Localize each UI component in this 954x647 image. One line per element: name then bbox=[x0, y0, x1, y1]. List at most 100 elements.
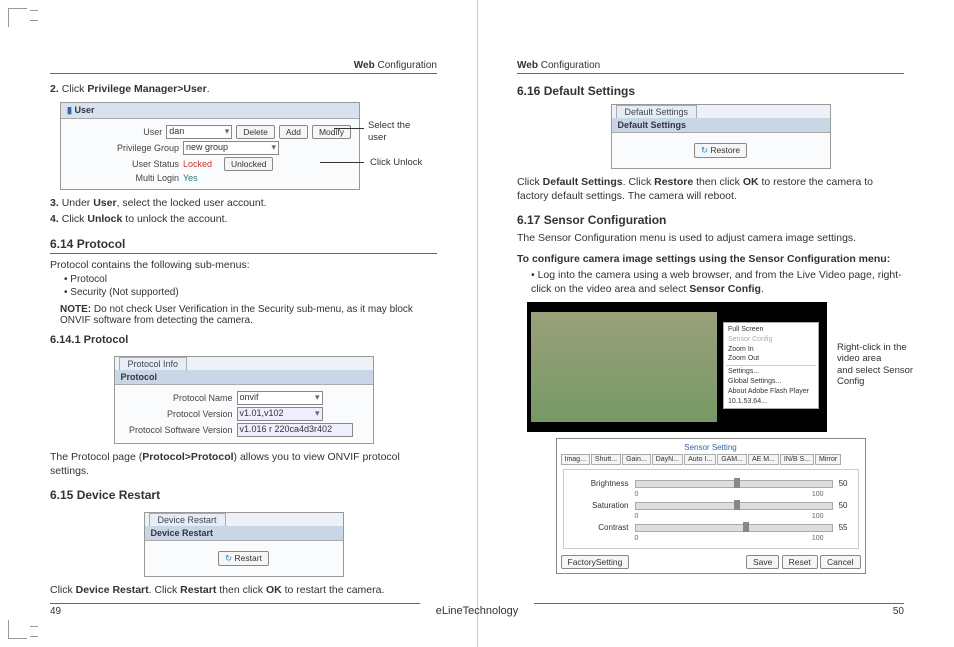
tab[interactable]: Mirror bbox=[815, 454, 841, 465]
header-label: Configuration bbox=[541, 60, 600, 71]
heading-6-14: 6.14 Protocol bbox=[50, 237, 437, 254]
protocol-intro: Protocol contains the following sub-menu… bbox=[50, 258, 437, 272]
step-3: 3. Under User, select the locked user ac… bbox=[50, 196, 437, 210]
save-button[interactable]: Save bbox=[746, 555, 779, 569]
delete-button[interactable]: Delete bbox=[236, 125, 275, 139]
header-web: Web bbox=[354, 60, 375, 71]
tab[interactable]: Gain... bbox=[622, 454, 651, 465]
user-status-label: User Status bbox=[69, 159, 179, 169]
sensor-bullet: Log into the camera using a web browser,… bbox=[531, 268, 904, 296]
multi-login-value: Yes bbox=[183, 173, 198, 183]
context-menu[interactable]: Full Screen Sensor Config Zoom In Zoom O… bbox=[723, 322, 819, 409]
saturation-value: 50 bbox=[839, 501, 848, 510]
user-panel-title: ▮ User bbox=[61, 103, 359, 119]
page-left: Web Configuration 2. Click Privilege Man… bbox=[0, 0, 477, 647]
tab[interactable]: Auto I... bbox=[684, 454, 716, 465]
sensor-dialog-title: Sensor Setting bbox=[561, 443, 861, 452]
privilege-group-select[interactable]: new group bbox=[183, 141, 279, 155]
restore-button[interactable]: ↻ Restore bbox=[694, 143, 747, 158]
protocol-sw-version-label: Protocol Software Version bbox=[123, 425, 233, 435]
brightness-row: Brightness 50 bbox=[574, 479, 848, 488]
callout-select-user: Select the user bbox=[368, 120, 410, 143]
callout-line bbox=[334, 128, 364, 129]
step-2: 2. Click Privilege Manager>User. bbox=[50, 82, 437, 96]
restart-button[interactable]: ↻ Restart bbox=[218, 551, 269, 566]
page-number-left: 49 bbox=[50, 603, 420, 617]
tab[interactable]: Shutt... bbox=[591, 454, 621, 465]
page-header-left: Web Configuration bbox=[50, 60, 437, 74]
brightness-slider[interactable] bbox=[635, 480, 833, 488]
bullet-security: Security (Not supported) bbox=[64, 287, 437, 298]
ctx-item[interactable]: Full Screen bbox=[726, 325, 816, 335]
saturation-row: Saturation 50 bbox=[574, 501, 848, 510]
protocol-text: The Protocol page (Protocol>Protocol) al… bbox=[50, 450, 437, 478]
default-settings-panel: Default Settings Default Settings ↻ Rest… bbox=[611, 104, 831, 169]
contrast-slider[interactable] bbox=[635, 524, 833, 532]
callout-line bbox=[320, 162, 364, 163]
default-settings-tab[interactable]: Default Settings bbox=[616, 105, 698, 118]
ctx-item[interactable]: About Adobe Flash Player 10.1.53.64... bbox=[726, 387, 816, 407]
ctx-item[interactable]: Settings... bbox=[726, 367, 816, 377]
page-number-right: 50 bbox=[534, 603, 904, 617]
header-web: Web bbox=[517, 60, 538, 71]
heading-6-14-1: 6.14.1 Protocol bbox=[50, 334, 437, 346]
user-panel: ▮ User User dan Delete Add Modify Privil… bbox=[60, 102, 360, 190]
cancel-button[interactable]: Cancel bbox=[820, 555, 860, 569]
page-spread: Web Configuration 2. Click Privilege Man… bbox=[0, 0, 954, 647]
brightness-value: 50 bbox=[839, 479, 848, 488]
user-select[interactable]: dan bbox=[166, 125, 232, 139]
note-box: NOTE: Do not check User Verification in … bbox=[60, 304, 437, 326]
tab[interactable]: DayN... bbox=[652, 454, 683, 465]
ctx-item-sensor-config[interactable]: Sensor Config bbox=[726, 335, 816, 345]
ctx-item[interactable]: Zoom Out bbox=[726, 354, 816, 364]
brand-footer: eLineTechnology bbox=[436, 605, 519, 617]
device-restart-text: Click Device Restart. Click Restart then… bbox=[50, 583, 437, 597]
sensor-setting-dialog: Sensor Setting Imag... Shutt... Gain... … bbox=[556, 438, 866, 574]
step-4: 4. Click Unlock to unlock the account. bbox=[50, 212, 437, 226]
sensor-dialog-tabs: Imag... Shutt... Gain... DayN... Auto I.… bbox=[561, 454, 861, 465]
default-settings-text: Click Default Settings. Click Restore th… bbox=[517, 175, 904, 203]
protocol-panel: Protocol Info Protocol Protocol Nameonvi… bbox=[114, 356, 374, 444]
protocol-tab[interactable]: Protocol Info bbox=[119, 357, 188, 370]
protocol-version-label: Protocol Version bbox=[123, 409, 233, 419]
device-restart-tab[interactable]: Device Restart bbox=[149, 513, 226, 526]
ctx-item[interactable]: Global Settings... bbox=[726, 377, 816, 387]
callout-right-click: Right-click in the video area and select… bbox=[837, 342, 927, 388]
bullet-protocol: Protocol bbox=[64, 274, 437, 285]
page-right: Web Configuration 6.16 Default Settings … bbox=[477, 0, 954, 647]
saturation-label: Saturation bbox=[574, 501, 629, 510]
heading-6-15: 6.15 Device Restart bbox=[50, 488, 437, 502]
tab[interactable]: GAM... bbox=[717, 454, 747, 465]
device-restart-panel: Device Restart Device Restart ↻ Restart bbox=[144, 512, 344, 577]
protocol-sw-version-value: v1.016 r 220ca4d3r402 bbox=[237, 423, 353, 437]
brightness-label: Brightness bbox=[574, 479, 629, 488]
user-label: User bbox=[69, 127, 162, 137]
protocol-version-value[interactable]: v1.01,v102 bbox=[237, 407, 323, 421]
unlocked-button[interactable]: Unlocked bbox=[224, 157, 273, 171]
sensor-lead: To configure camera image settings using… bbox=[517, 252, 904, 266]
sensor-intro: The Sensor Configuration menu is used to… bbox=[517, 231, 904, 245]
ctx-item[interactable]: Zoom In bbox=[726, 345, 816, 355]
default-settings-head: Default Settings bbox=[612, 118, 830, 133]
user-status-value: Locked bbox=[183, 159, 212, 169]
reset-button[interactable]: Reset bbox=[782, 555, 818, 569]
callout-click-unlock: Click Unlock bbox=[370, 157, 422, 168]
protocol-name-value[interactable]: onvif bbox=[237, 391, 323, 405]
multi-login-label: Multi Login bbox=[69, 173, 179, 183]
contrast-row: Contrast 55 bbox=[574, 523, 848, 532]
header-label: Configuration bbox=[378, 60, 437, 71]
tab[interactable]: AE M... bbox=[748, 454, 779, 465]
add-button[interactable]: Add bbox=[279, 125, 308, 139]
heading-6-17: 6.17 Sensor Configuration bbox=[517, 213, 904, 227]
factory-setting-button[interactable]: FactorySetting bbox=[561, 555, 630, 569]
contrast-value: 55 bbox=[839, 523, 848, 532]
tab[interactable]: IN/B S... bbox=[780, 454, 814, 465]
contrast-label: Contrast bbox=[574, 523, 629, 532]
page-header-right: Web Configuration bbox=[517, 60, 904, 74]
video-screenshot: Full Screen Sensor Config Zoom In Zoom O… bbox=[527, 302, 827, 432]
saturation-slider[interactable] bbox=[635, 502, 833, 510]
privilege-group-label: Privilege Group bbox=[69, 143, 179, 153]
device-restart-head: Device Restart bbox=[145, 526, 343, 541]
protocol-name-label: Protocol Name bbox=[123, 393, 233, 403]
tab[interactable]: Imag... bbox=[561, 454, 590, 465]
